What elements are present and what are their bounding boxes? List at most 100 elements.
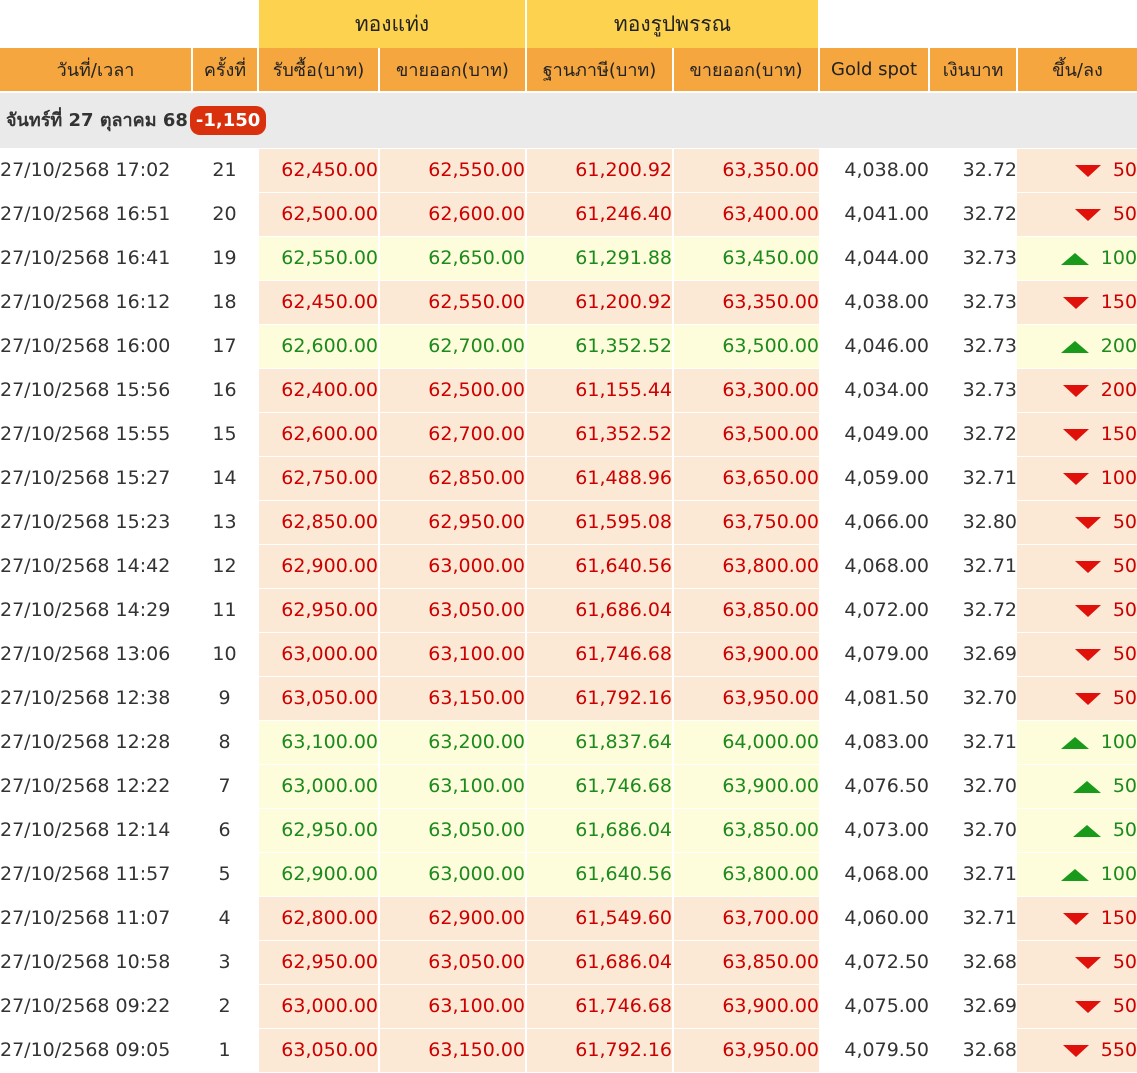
cell-round: 11: [192, 587, 258, 633]
change-value: 150: [1100, 423, 1137, 445]
cell-change: 100: [1017, 235, 1137, 281]
cell-ornament-tax-base: 61,155.44: [525, 367, 673, 413]
cell-ornament-sell: 64,000.00: [671, 719, 820, 765]
cell-datetime: 27/10/2568 12:28: [0, 719, 192, 765]
cell-gold-spot: 4,034.00: [819, 367, 930, 413]
table-row: 27/10/2568 11:07 4 62,800.00 62,900.00 61,54…: [0, 895, 1137, 941]
down-triangle-icon: [1074, 692, 1101, 705]
table-row: 27/10/2568 16:41 19 62,550.00 62,650.00 61,2…: [0, 235, 1137, 281]
cell-change: 50: [1017, 147, 1137, 193]
cell-bar-buy: 62,500.00: [257, 191, 379, 237]
cell-thb: 32.70: [929, 675, 1018, 721]
cell-ornament-tax-base: 61,291.88: [525, 235, 673, 281]
cell-ornament-sell: 63,850.00: [671, 807, 820, 853]
cell-bar-buy: 62,800.00: [257, 895, 379, 941]
cell-bar-sell: 62,950.00: [378, 499, 526, 545]
cell-bar-buy: 62,900.00: [257, 543, 379, 589]
col-header-round[interactable]: ครั้งที่: [192, 48, 259, 92]
cell-bar-buy: 63,050.00: [257, 675, 379, 721]
group-header-blank: [0, 0, 258, 48]
cell-gold-spot: 4,068.00: [819, 543, 930, 589]
col-header-gold-spot[interactable]: Gold spot: [819, 48, 931, 92]
table-row: 27/10/2568 16:51 20 62,500.00 62,600.00 61,2…: [0, 191, 1137, 237]
down-triangle-icon: [1074, 604, 1101, 617]
up-triangle-icon: [1072, 824, 1101, 837]
cell-ornament-sell: 63,950.00: [671, 675, 820, 721]
cell-ornament-tax-base: 61,686.04: [525, 807, 673, 853]
cell-bar-buy: 62,400.00: [257, 367, 379, 413]
cell-thb: 32.71: [929, 455, 1018, 501]
cell-thb: 32.73: [929, 367, 1018, 413]
cell-thb: 32.71: [929, 719, 1018, 765]
table-row: 27/10/2568 09:22 2 63,000.00 63,100.00 61,74…: [0, 983, 1137, 1029]
cell-bar-sell: 63,100.00: [378, 631, 526, 677]
table-row: 27/10/2568 14:29 11 62,950.00 63,050.00 61,6…: [0, 587, 1137, 633]
cell-datetime: 27/10/2568 15:23: [0, 499, 192, 545]
cell-bar-sell: 62,850.00: [378, 455, 526, 501]
cell-bar-buy: 62,950.00: [257, 807, 379, 853]
cell-gold-spot: 4,059.00: [819, 455, 930, 501]
cell-bar-buy: 63,050.00: [257, 1027, 379, 1073]
cell-datetime: 27/10/2568 15:56: [0, 367, 192, 413]
cell-gold-spot: 4,072.00: [819, 587, 930, 633]
cell-datetime: 27/10/2568 15:55: [0, 411, 192, 457]
down-triangle-icon: [1062, 1044, 1089, 1057]
down-triangle-icon: [1074, 560, 1101, 573]
cell-ornament-sell: 63,350.00: [671, 147, 820, 193]
up-triangle-icon: [1072, 780, 1101, 793]
col-header-ornament-tax-base[interactable]: ฐานภาษี(บาท): [526, 48, 674, 92]
cell-thb: 32.70: [929, 763, 1018, 809]
cell-thb: 32.68: [929, 939, 1018, 985]
cell-ornament-tax-base: 61,640.56: [525, 851, 673, 897]
cell-ornament-tax-base: 61,746.68: [525, 763, 673, 809]
change-value: 50: [1112, 995, 1137, 1017]
cell-datetime: 27/10/2568 16:00: [0, 323, 192, 369]
cell-change: 50: [1017, 631, 1137, 677]
cell-bar-sell: 63,000.00: [378, 543, 526, 589]
change-value: 50: [1112, 555, 1137, 577]
cell-datetime: 27/10/2568 13:06: [0, 631, 192, 677]
cell-ornament-tax-base: 61,488.96: [525, 455, 673, 501]
cell-change: 200: [1017, 367, 1137, 413]
col-header-bar-sell[interactable]: ขายออก(บาท): [379, 48, 527, 92]
change-value: 50: [1112, 203, 1137, 225]
col-header-change[interactable]: ขึ้น/ลง: [1017, 48, 1137, 92]
cell-bar-buy: 62,600.00: [257, 411, 379, 457]
cell-gold-spot: 4,066.00: [819, 499, 930, 545]
cell-bar-buy: 63,000.00: [257, 983, 379, 1029]
change-value: 150: [1100, 291, 1137, 313]
cell-datetime: 27/10/2568 14:42: [0, 543, 192, 589]
change-value: 100: [1100, 731, 1137, 753]
cell-bar-sell: 63,150.00: [378, 1027, 526, 1073]
col-header-thb[interactable]: เงินบาท: [929, 48, 1019, 92]
cell-ornament-tax-base: 61,792.16: [525, 1027, 673, 1073]
table-body: จันทร์ที่ 27 ตุลาคม 68 -1,150 27/10/2568 …: [0, 91, 1137, 1073]
cell-change: 50: [1017, 191, 1137, 237]
cell-ornament-sell: 63,900.00: [671, 983, 820, 1029]
cell-bar-sell: 62,500.00: [378, 367, 526, 413]
cell-ornament-tax-base: 61,549.60: [525, 895, 673, 941]
day-summary-row: จันทร์ที่ 27 ตุลาคม 68 -1,150: [0, 91, 1137, 148]
cell-bar-buy: 62,950.00: [257, 587, 379, 633]
cell-round: 17: [192, 323, 258, 369]
group-header-bar-gold: ทองแท่ง: [257, 0, 527, 48]
table-row: 27/10/2568 16:12 18 62,450.00 62,550.00 61,2…: [0, 279, 1137, 325]
table-row: 27/10/2568 09:05 1 63,050.00 63,150.00 61,79…: [0, 1027, 1137, 1073]
cell-change: 550: [1017, 1027, 1137, 1073]
col-header-datetime[interactable]: วันที่/เวลา: [0, 48, 193, 92]
up-triangle-icon: [1060, 868, 1089, 881]
down-triangle-icon: [1074, 648, 1101, 661]
cell-gold-spot: 4,068.00: [819, 851, 930, 897]
cell-ornament-sell: 63,850.00: [671, 587, 820, 633]
cell-change: 100: [1017, 851, 1137, 897]
cell-bar-buy: 62,450.00: [257, 147, 379, 193]
cell-thb: 32.71: [929, 851, 1018, 897]
change-value: 50: [1112, 159, 1137, 181]
cell-round: 7: [192, 763, 258, 809]
cell-bar-sell: 62,700.00: [378, 411, 526, 457]
down-triangle-icon: [1062, 912, 1089, 925]
cell-bar-buy: 62,850.00: [257, 499, 379, 545]
cell-thb: 32.73: [929, 323, 1018, 369]
col-header-ornament-sell[interactable]: ขายออก(บาท): [673, 48, 821, 92]
col-header-bar-buy[interactable]: รับซื้อ(บาท): [258, 48, 380, 92]
